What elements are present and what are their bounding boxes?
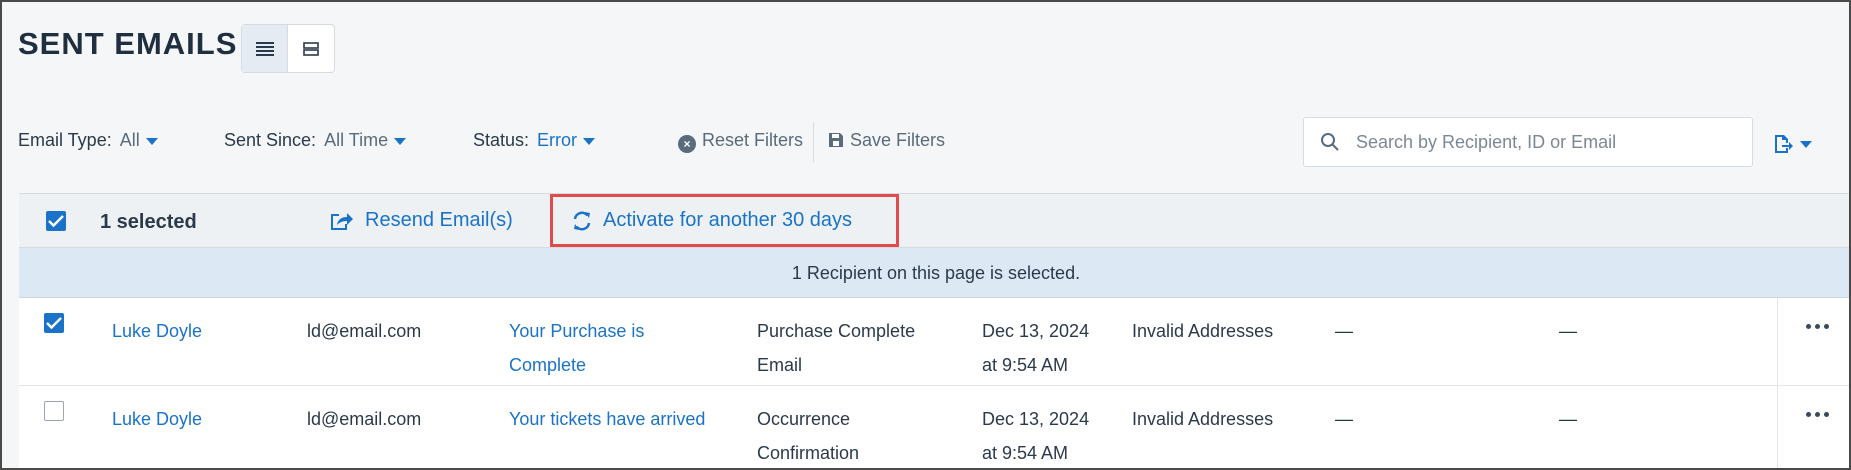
column-a-value: — [1335, 321, 1353, 341]
sent-since-label: Sent Since: [224, 130, 317, 150]
reset-filters-button[interactable]: × Reset Filters [678, 130, 803, 153]
chevron-down-icon [145, 137, 158, 145]
search-input[interactable] [1356, 128, 1736, 156]
email-type-line-1: Purchase Complete [757, 321, 916, 341]
app-window: SENT EMAILS Email Type: All Sent Since: Al… [0, 0, 1851, 470]
selection-notice: 1 Recipient on this page is selected. [19, 248, 1849, 298]
email-type-line-1: Occurrence [757, 409, 851, 429]
table-row[interactable]: Luke Doyle ld@email.com Your tickets hav… [19, 386, 1849, 468]
date-line-1: Dec 13, 2024 [982, 321, 1090, 341]
email-address: ld@email.com [307, 409, 422, 429]
error-reason: Invalid Addresses [1132, 321, 1274, 341]
subject-link[interactable]: Your Purchase is Complete [509, 314, 644, 382]
save-filters-label: Save Filters [850, 130, 946, 150]
email-type: Occurrence Confirmation [757, 402, 860, 468]
column-b-value: — [1559, 409, 1577, 429]
subject-line-1: Your Purchase is [509, 321, 645, 341]
share-icon [331, 212, 353, 230]
search-icon [1321, 133, 1339, 151]
email-type: Purchase Complete Email [757, 314, 915, 382]
row-checkbox[interactable] [44, 313, 64, 333]
bulk-action-bar: 1 selected Resend Email(s) Activate for … [19, 193, 1849, 248]
status-value: Error [537, 130, 578, 150]
column-b-value: — [1559, 321, 1577, 341]
date-line-1: Dec 13, 2024 [982, 409, 1090, 429]
recipient-link[interactable]: Luke Doyle [112, 314, 202, 348]
chevron-down-icon [583, 137, 596, 145]
check-icon [48, 215, 64, 228]
activate-30-days-button[interactable]: Activate for another 30 days [550, 194, 899, 247]
date-line-2: at 9:54 AM [982, 443, 1069, 463]
emails-table: Luke Doyle ld@email.com Your Purchase is… [19, 298, 1849, 468]
column-a-value: — [1335, 409, 1353, 429]
date-line-2: at 9:54 AM [982, 355, 1069, 375]
sent-since-value: All Time [324, 130, 389, 150]
subject-line-2: Complete [509, 355, 587, 375]
selected-count: 1 selected [100, 211, 197, 233]
row-checkbox[interactable] [44, 401, 64, 421]
status-label: Status: [473, 130, 530, 150]
check-icon [46, 317, 62, 330]
export-icon [1775, 135, 1793, 153]
subject-line-1: Your tickets have arrived [509, 409, 706, 429]
resend-emails-button[interactable]: Resend Email(s) [329, 209, 513, 232]
refresh-icon [573, 211, 591, 230]
list-view-button[interactable] [242, 25, 288, 72]
page-title: SENT EMAILS [18, 26, 238, 61]
email-type-line-2: Confirmation [757, 443, 860, 463]
recipient-link[interactable]: Luke Doyle [112, 402, 202, 436]
sent-date: Dec 13, 2024 at 9:54 AM [982, 314, 1089, 382]
table-row[interactable]: Luke Doyle ld@email.com Your Purchase is… [19, 298, 1849, 386]
save-filters-button[interactable]: Save Filters [828, 130, 945, 151]
email-type-label: Email Type: [18, 130, 112, 150]
status-filter[interactable]: Status: Error [473, 130, 596, 151]
email-type-line-2: Email [757, 355, 803, 375]
reset-filters-label: Reset Filters [702, 130, 804, 150]
email-address: ld@email.com [307, 321, 422, 341]
save-icon [829, 133, 843, 147]
column-divider [1777, 298, 1778, 468]
chevron-down-icon [394, 137, 407, 145]
resend-label: Resend Email(s) [365, 209, 513, 231]
more-options-icon[interactable] [1806, 324, 1829, 329]
subject-link[interactable]: Your tickets have arrived [509, 402, 705, 436]
list-view-icon [255, 41, 274, 56]
close-circle-icon: × [678, 135, 696, 153]
email-type-filter[interactable]: Email Type: All [18, 130, 158, 151]
sent-date: Dec 13, 2024 at 9:54 AM [982, 402, 1090, 468]
sent-since-filter[interactable]: Sent Since: All Time [224, 130, 407, 151]
search-box [1303, 117, 1753, 167]
error-reason: Invalid Addresses [1132, 409, 1274, 429]
view-toggle [241, 24, 335, 73]
email-type-value: All [119, 130, 140, 150]
select-all-checkbox[interactable] [46, 211, 66, 231]
card-view-icon [303, 41, 319, 56]
filter-divider [813, 122, 814, 162]
more-options-icon[interactable] [1806, 412, 1829, 417]
chevron-down-icon [1800, 140, 1812, 148]
card-view-button[interactable] [288, 25, 334, 72]
activate-label: Activate for another 30 days [603, 209, 853, 231]
export-button[interactable] [1772, 133, 1812, 155]
